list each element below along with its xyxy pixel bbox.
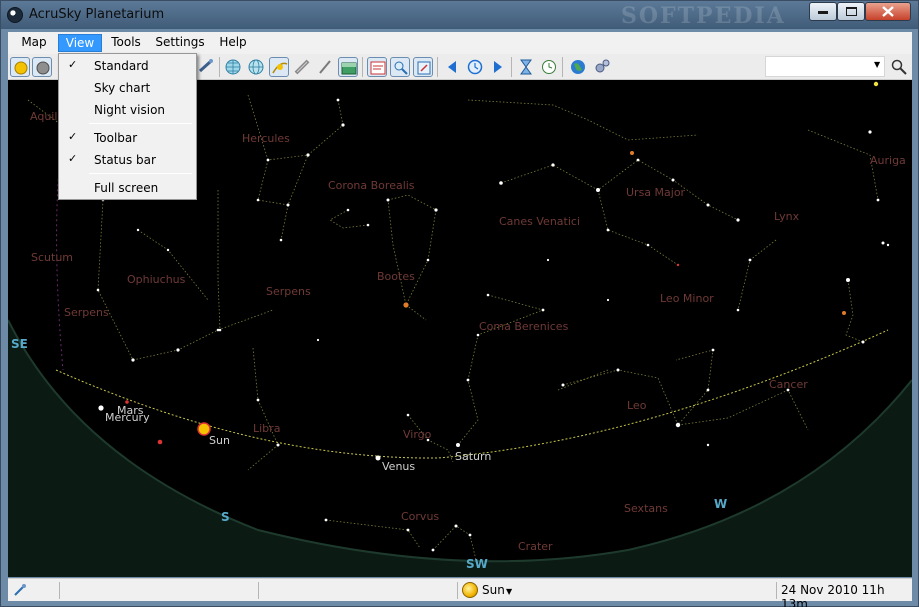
status-bar: Sun ▼ 24 Nov 2010 11h 13m — [8, 578, 912, 607]
step-back-icon[interactable] — [442, 57, 462, 77]
close-button[interactable] — [865, 2, 911, 21]
sun-icon[interactable] — [10, 57, 30, 77]
menu-bar: Map View Tools Settings Help — [8, 32, 912, 54]
menu-tools[interactable]: Tools — [106, 34, 146, 52]
fit-view-icon[interactable] — [413, 57, 433, 77]
constellation-label: Leo — [627, 399, 647, 412]
planet-label-sun[interactable]: Sun — [209, 434, 230, 447]
planet-label-mercury[interactable]: Mercury — [105, 411, 150, 424]
constellation-label: Cancer — [769, 378, 808, 391]
menu-map[interactable]: Map — [16, 34, 52, 52]
status-separator — [457, 582, 458, 599]
search-input[interactable] — [765, 56, 885, 77]
maximize-icon — [845, 7, 857, 16]
clock-icon[interactable] — [465, 57, 485, 77]
constellation-label: Corvus — [401, 510, 439, 523]
selected-object-label[interactable]: Sun — [482, 583, 505, 597]
planet-label-venus[interactable]: Venus — [382, 460, 415, 473]
constellation-label: Ursa Major — [626, 186, 686, 199]
constellation-label: Leo Minor — [660, 292, 714, 305]
milky-way-icon[interactable] — [292, 57, 312, 77]
view-menu-item-toolbar[interactable]: ✓ Toolbar — [61, 128, 194, 148]
constellation-label: Bootes — [377, 270, 415, 283]
status-separator — [59, 582, 60, 599]
earth-icon[interactable] — [568, 57, 588, 77]
view-menu-item-standard[interactable]: ✓ Standard — [61, 56, 194, 76]
direction-label-sw: SW — [466, 557, 488, 571]
labels-icon[interactable] — [367, 57, 387, 77]
view-menu-item-status-bar[interactable]: ✓ Status bar — [61, 150, 194, 170]
view-menu-item-night-vision[interactable]: Night vision — [61, 100, 194, 120]
toolbar-separator — [362, 57, 363, 77]
toolbar-separator — [511, 57, 512, 77]
constellation-label: Scutum — [31, 251, 73, 264]
constellation-label: Corona Borealis — [328, 179, 415, 192]
menu-help[interactable]: Help — [216, 34, 250, 52]
chevron-down-icon[interactable]: ▼ — [506, 587, 512, 596]
constellation-label: Hercules — [242, 132, 290, 145]
azimuthal-grid-icon[interactable] — [246, 57, 266, 77]
ecliptic-icon[interactable] — [269, 57, 289, 77]
menu-separator — [89, 173, 192, 174]
check-icon: ✓ — [68, 58, 78, 71]
view-menu-dropdown: ✓ Standard Sky chart Night vision ✓ Tool… — [58, 53, 197, 200]
minimize-icon — [818, 10, 828, 14]
constellation-label: Virgo — [403, 428, 432, 441]
constellation-label: Canes Venatici — [499, 215, 580, 228]
status-separator — [258, 582, 259, 599]
watermark: SOFTPEDIA — [621, 3, 786, 29]
maximize-button[interactable] — [837, 2, 865, 21]
constellation-label: Serpens — [64, 306, 109, 319]
app-logo-icon — [7, 7, 23, 23]
constellation-label: Sextans — [624, 502, 668, 515]
constellation-label: Crater — [518, 540, 553, 553]
constellation-label: Serpens — [266, 285, 311, 298]
check-icon: ✓ — [68, 152, 78, 165]
view-menu-item-sky-chart[interactable]: Sky chart — [61, 78, 194, 98]
menu-separator — [89, 123, 192, 124]
direction-label-se: SE — [11, 337, 28, 351]
horizon-icon[interactable] — [338, 57, 358, 77]
gears-icon[interactable] — [592, 57, 612, 77]
telescope-icon[interactable] — [196, 57, 216, 77]
toolbar-separator — [219, 57, 220, 77]
menu-settings[interactable]: Settings — [154, 34, 206, 52]
constellation-label: Libra — [253, 422, 280, 435]
chevron-down-icon[interactable]: ▼ — [874, 60, 880, 69]
constellation-art-icon[interactable] — [315, 57, 335, 77]
menu-view[interactable]: View — [58, 34, 102, 52]
moon-icon[interactable] — [32, 57, 52, 77]
minimize-button[interactable] — [809, 2, 837, 21]
datetime-display[interactable]: 24 Nov 2010 11h 13m — [781, 583, 912, 607]
toolbar-separator — [562, 57, 563, 77]
constellation-label: Lynx — [774, 210, 800, 223]
toolbar-separator — [437, 57, 438, 77]
close-icon — [882, 6, 894, 17]
planet-label-saturn[interactable]: Saturn — [455, 450, 491, 463]
window-title: AcruSky Planetarium — [29, 7, 165, 22]
telescope-status-icon[interactable] — [13, 583, 27, 597]
grid-globe-icon[interactable] — [223, 57, 243, 77]
app-window: AcruSky Planetarium SOFTPEDIA Map View T… — [0, 0, 919, 607]
constellation-label: Coma Berenices — [479, 320, 569, 333]
direction-label-w: W — [714, 497, 727, 511]
hourglass-icon[interactable] — [516, 57, 536, 77]
check-icon: ✓ — [68, 130, 78, 143]
search-icon[interactable] — [890, 58, 908, 76]
direction-label-s: S — [221, 510, 230, 524]
constellation-label: Auriga — [870, 154, 906, 167]
view-menu-item-full-screen[interactable]: Full screen — [61, 178, 194, 198]
sun-icon[interactable] — [462, 582, 478, 598]
status-separator — [776, 582, 777, 599]
title-bar[interactable]: AcruSky Planetarium SOFTPEDIA — [1, 1, 918, 29]
constellation-label: Ophiuchus — [127, 273, 186, 286]
realtime-icon[interactable] — [539, 57, 559, 77]
step-forward-icon[interactable] — [488, 57, 508, 77]
zoom-icon[interactable] — [390, 57, 410, 77]
